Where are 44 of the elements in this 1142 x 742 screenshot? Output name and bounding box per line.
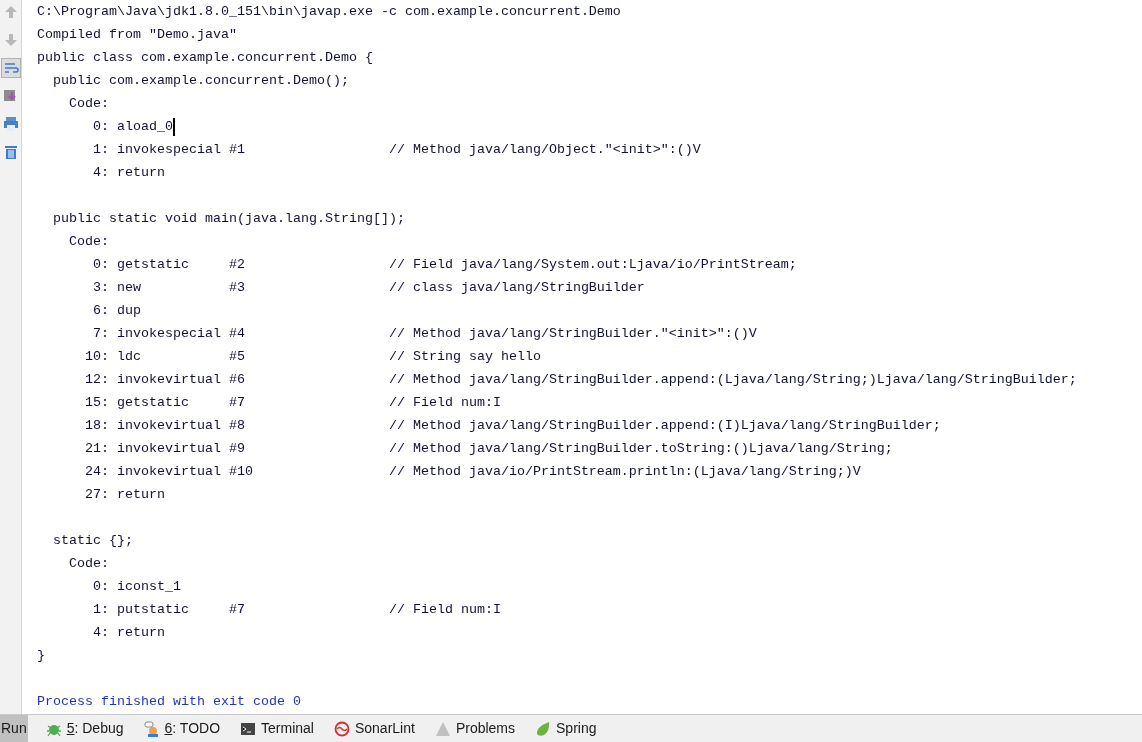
console-line: 24: invokevirtual #10 // Method java/io/PrintStream.println:(Ljava/lang/String;)V	[84, 462, 861, 481]
tool-window-tab[interactable]: Spring	[529, 715, 603, 742]
console-line: C:\Program\Java\jdk1.8.0_151\bin\javap.exe -c com.example.concurrent.Demo	[37, 2, 621, 21]
console-line: 0: iconst_1	[92, 577, 181, 596]
console-line: public static void main(java.lang.String[]);	[52, 209, 405, 228]
process-status-line: Process finished with exit code 0	[37, 692, 301, 711]
console-line: 6: dup	[92, 301, 141, 320]
tool-window-tab[interactable]: 6: TODO	[137, 715, 227, 742]
console-line: Code:	[68, 94, 109, 113]
console-line: 12: invokevirtual #6 // Method java/lang/StringBuilder.append:(Ljava/lang/String;)Ljava/lang/StringBuilder;	[84, 370, 1077, 389]
console-line: 0: getstatic #2 // Field java/lang/System.out:Ljava/io/PrintStream;	[92, 255, 797, 274]
console-line: Compiled from "Demo.java"	[37, 25, 237, 44]
tool-window-tab[interactable]: Terminal	[234, 715, 320, 742]
trash-icon	[2, 144, 19, 160]
console-line: public com.example.concurrent.Demo();	[52, 71, 349, 90]
warning-triangle-icon	[434, 720, 451, 737]
leaf-icon	[535, 720, 552, 737]
console-line: 4: return	[92, 163, 165, 182]
console-line: Code:	[68, 554, 109, 573]
console-line: 15: getstatic #7 // Field num:I	[84, 393, 501, 412]
scroll-to-end-icon	[2, 88, 19, 104]
console-line: 1: putstatic #7 // Field num:I	[92, 600, 501, 619]
console-line: 7: invokespecial #4 // Method java/lang/StringBuilder."<init>":()V	[92, 324, 757, 343]
soft-wrap-button[interactable]	[0, 58, 21, 78]
console-line: 1: invokespecial #1 // Method java/lang/Object."<init>":()V	[92, 140, 701, 159]
console-line: }	[37, 646, 45, 665]
tool-window-tab[interactable]: SonarLint	[327, 715, 421, 742]
person-icon	[143, 720, 160, 737]
tool-window-tab[interactable]: Problems	[428, 715, 522, 742]
console-line: static {};	[52, 531, 133, 550]
console-line: 21: invokevirtual #9 // Method java/lang/StringBuilder.toString:()Ljava/lang/String;	[84, 439, 893, 458]
console-line: 18: invokevirtual #8 // Method java/lang/StringBuilder.append:(I)Ljava/lang/StringBuilder;	[84, 416, 941, 435]
console-line: 3: new #3 // class java/lang/StringBuilder	[92, 278, 645, 297]
console-line: 27: return	[84, 485, 165, 504]
soft-wrap-icon	[2, 60, 19, 76]
console-line: 4: return	[92, 623, 165, 642]
console-line: 0: aload_0	[92, 117, 173, 136]
console-line: 10: ldc #5 // String say hello	[84, 347, 541, 366]
terminal-icon	[240, 720, 257, 737]
tool-window-tab[interactable]: 5: Debug	[39, 715, 130, 742]
console-line: Code:	[68, 232, 109, 251]
sonar-wave-icon	[333, 720, 350, 737]
tool-window-tab[interactable]: Run	[0, 715, 28, 742]
console-line: public class com.example.concurrent.Demo {	[37, 48, 373, 67]
